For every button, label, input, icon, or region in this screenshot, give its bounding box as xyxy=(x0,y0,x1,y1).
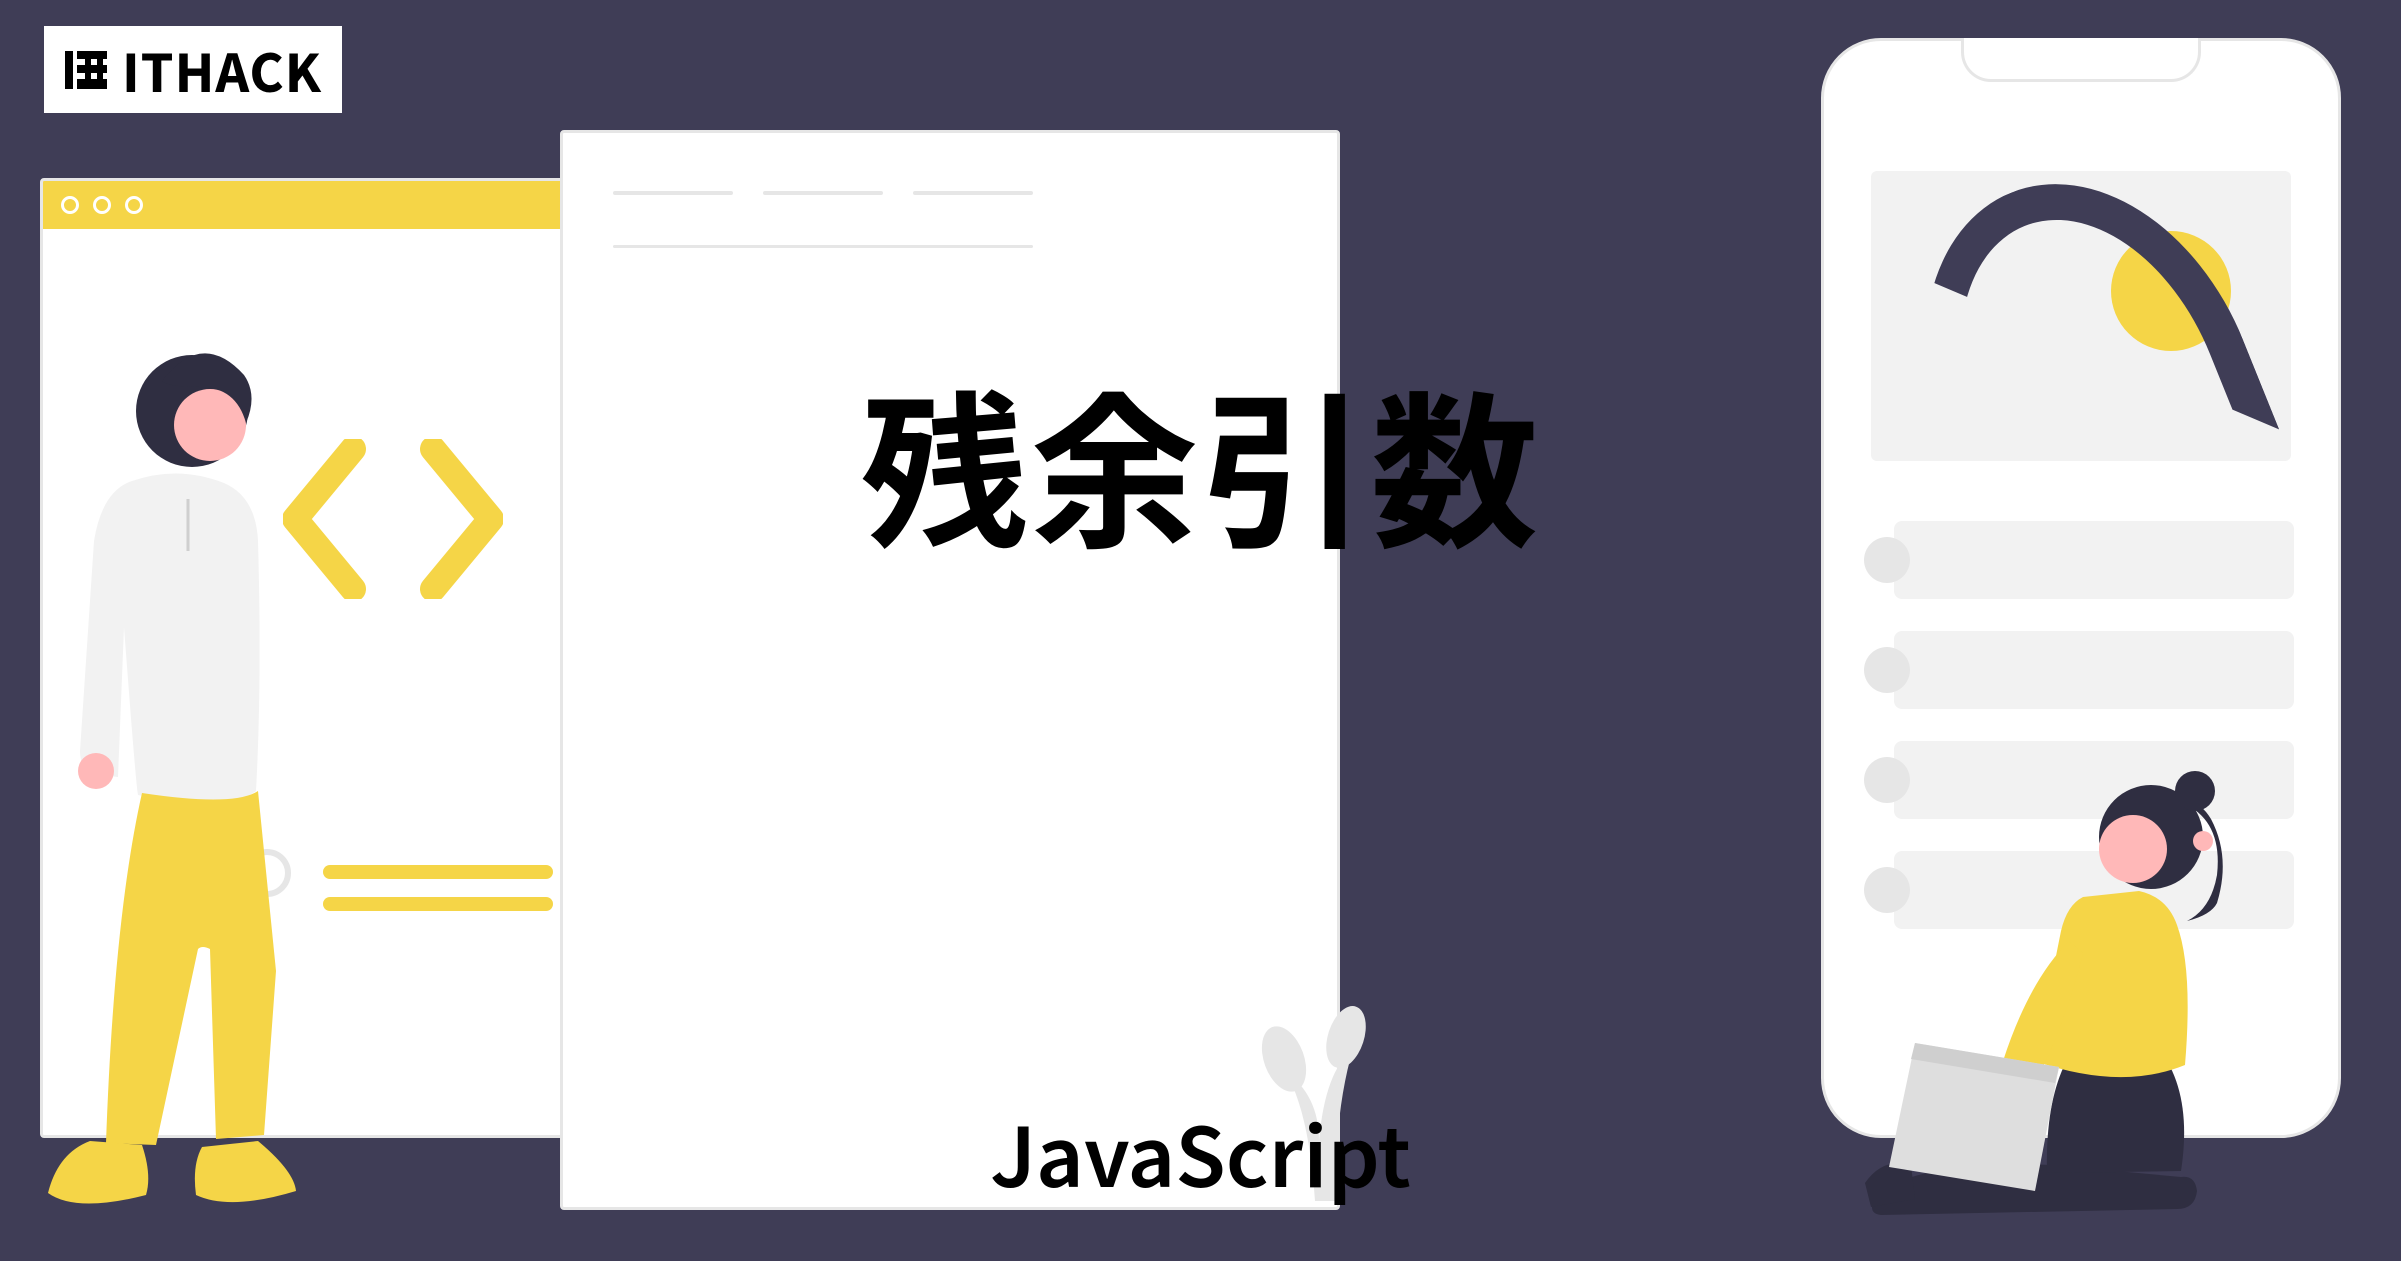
window-control-dot xyxy=(93,196,111,214)
phone-list-card xyxy=(1894,521,2294,599)
card-avatar-icon xyxy=(1864,647,1910,693)
person-sitting-illustration xyxy=(1851,721,2351,1221)
card-avatar-icon xyxy=(1864,537,1910,583)
foreground-panel xyxy=(560,130,1340,1210)
placeholder-bar xyxy=(323,897,553,911)
plant-illustration xyxy=(1260,1001,1370,1201)
phone-list-card xyxy=(1894,631,2294,709)
placeholder-line xyxy=(613,245,1033,248)
placeholder-line xyxy=(763,191,883,195)
mountain-stroke xyxy=(1871,171,2279,461)
phone-notch xyxy=(1961,38,2201,82)
phone-hero-image xyxy=(1871,171,2291,461)
placeholder-line xyxy=(613,191,733,195)
placeholder-line xyxy=(913,191,1033,195)
person-standing-illustration xyxy=(42,341,302,1221)
window-control-dot xyxy=(61,196,79,214)
browser-titlebar xyxy=(43,181,577,229)
logo-badge: ITHACK xyxy=(44,26,342,113)
code-brackets-icon xyxy=(283,439,503,599)
ithack-logo-icon xyxy=(58,42,114,98)
placeholder-bar xyxy=(323,865,553,879)
window-control-dot xyxy=(125,196,143,214)
logo-text: ITHACK xyxy=(122,32,322,107)
